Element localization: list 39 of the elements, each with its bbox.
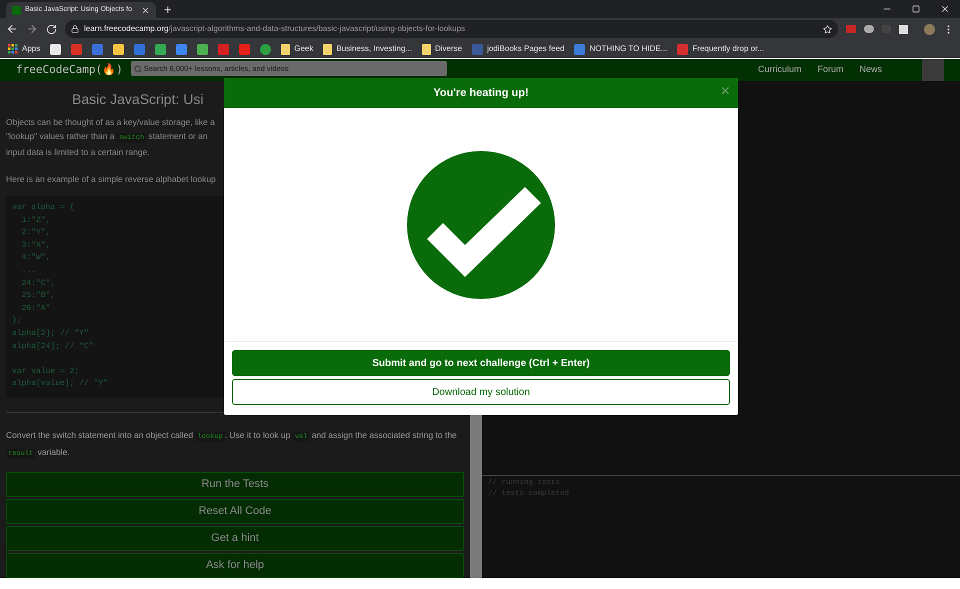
nav-link[interactable]: News: [851, 63, 890, 77]
search-icon: [134, 64, 142, 72]
code-example: var alpha = { 1:"Z", 2:"Y", 3:"X", 4:"W", ... 24:"C", 25:"B", 26:"A" }; alpha[2]; // "Y" alpha[24]; // "C" var value = 2; alpha[value]; // "Y": [6, 196, 224, 398]
example-intro: Here is an example of a simple reverse alphabet lookup: [6, 173, 217, 186]
url-text: learn.freecodecamp.org/javascript-algorithms-and-data-structures/basic-javascript/using-objects-for-lookups: [84, 23, 466, 35]
bookmark-star-icon[interactable]: [823, 24, 832, 34]
action-button[interactable]: Get a hint: [6, 526, 464, 551]
lesson-title: Basic JavaScript: Usi: [71, 90, 204, 109]
download-button[interactable]: Download my solution: [232, 379, 730, 405]
lesson-paragraph-line: input data is limited to a certain range.: [6, 146, 151, 159]
action-button[interactable]: Ask for help: [6, 553, 464, 578]
bookmark-link[interactable]: Frequently drop or...: [673, 41, 768, 57]
bookmark-link[interactable]: jodiBooks Pages feed: [468, 41, 568, 57]
action-button[interactable]: Run the Tests: [6, 472, 464, 497]
close-icon[interactable]: [940, 4, 950, 14]
bookmark-link[interactable]: NOTHING TO HIDE...: [570, 41, 672, 57]
nav-link[interactable]: Curriculum: [750, 63, 810, 77]
check-circle-icon: [407, 150, 555, 298]
apps-grid-icon: [8, 44, 18, 54]
bookmark-link[interactable]: Geek: [277, 41, 318, 57]
bookmark-link[interactable]: Apps: [4, 41, 44, 57]
reload-icon[interactable]: [46, 24, 57, 34]
action-button[interactable]: Reset All Code: [6, 499, 464, 524]
restore-icon[interactable]: [912, 5, 920, 13]
back-icon[interactable]: [6, 23, 18, 35]
nav-link[interactable]: Forum: [809, 63, 852, 77]
site-favicon-icon: [12, 6, 21, 14]
close-icon[interactable]: [141, 6, 150, 14]
address-field[interactable]: learn.freecodecamp.org/javascript-algorithms-and-data-structures/basic-javascript/using-objects-for-lookups: [65, 20, 838, 38]
forward-icon[interactable]: [26, 23, 38, 35]
site-logo[interactable]: freeCodeCamp(🔥): [16, 62, 123, 78]
profile-avatar[interactable]: [924, 24, 935, 34]
lock-icon: [71, 25, 79, 33]
lesson-paragraph-line: Objects can be thought of as a key/value storage, like a: [6, 116, 216, 129]
submit-button[interactable]: Submit and go to next challenge (Ctrl + Enter): [232, 350, 730, 376]
dialog-title: You're heating up!: [433, 86, 529, 101]
bookmark-link[interactable]: Diverse: [418, 41, 466, 57]
new-tab-button[interactable]: +: [156, 2, 180, 18]
bookmark-link[interactable]: Business, Investing...: [319, 41, 416, 57]
